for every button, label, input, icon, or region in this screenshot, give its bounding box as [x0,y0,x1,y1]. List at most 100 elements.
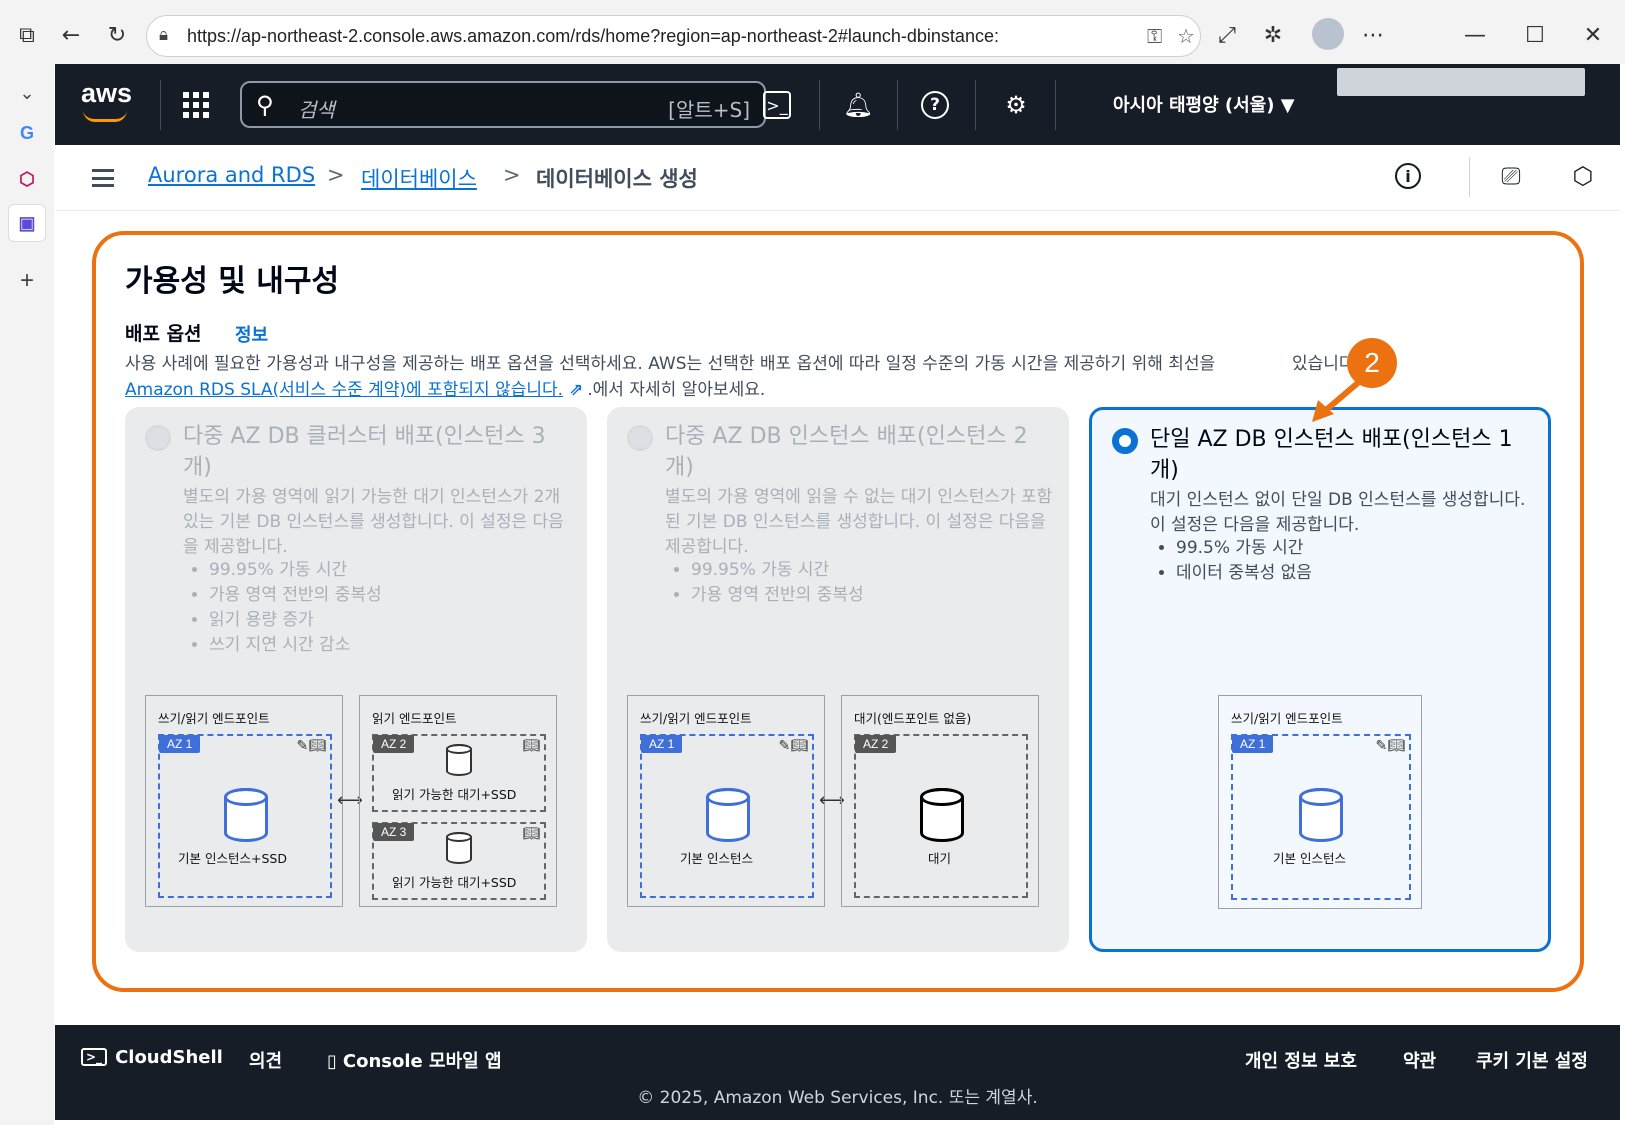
expand-icon[interactable]: ⤢ [1212,20,1242,50]
diagram-reader-box: 읽기 엔드포인트 AZ 2 📖︎ 읽기 가능한 대기+SSD AZ 3 📖︎ 읽… [359,695,557,907]
endpoint-label: 대기(엔드포인트 없음) [854,711,972,726]
section-description: 사용 사례에 필요한 가용성과 내구성을 제공하는 배포 옵션을 선택하세요. … [125,349,1360,374]
instance-caption: 읽기 가능한 대기+SSD [392,875,517,890]
info-icon[interactable]: i [1395,163,1421,189]
option-description: 별도의 가용 영역에 읽기 가능한 대기 인스턴스가 2개 있는 기본 DB 인… [183,487,564,557]
app-icon[interactable]: ▣ [8,204,46,242]
breadcrumb-current: 데이터베이스 생성 [536,167,698,191]
radio-button[interactable] [627,425,653,451]
instance-caption: 기본 인스턴스 [680,851,753,866]
hamburger-menu-icon[interactable] [92,169,114,187]
breadcrumb-separator: > [503,163,521,187]
description-text: 사용 사례에 필요한 가용성과 내구성을 제공하는 배포 옵션을 선택하세요. … [125,354,1216,374]
address-bar[interactable]: 🔒︎ https://ap-northeast-2.console.aws.am… [146,15,1201,57]
az-tag: AZ 1 [641,735,683,753]
book-icon: 📖︎ [522,738,540,754]
favorite-star-icon[interactable]: ☆ [1177,24,1195,48]
endpoint-label: 읽기 엔드포인트 [372,711,457,726]
account-menu[interactable] [1337,68,1585,96]
option-title: 다중 AZ DB 클러스터 배포(인스턴스 3 개) [183,424,546,480]
cloudshell-button[interactable]: >_ CloudShell [81,1047,223,1068]
divider [819,80,820,130]
services-grid-icon[interactable] [183,92,209,118]
feature-item: 99.95% 가동 시간 [691,558,864,583]
cloudshell-icon: >_ [81,1048,108,1066]
search-icon: ⚲ [256,91,274,119]
feature-item: 쓰기 지연 시간 감소 [209,633,382,658]
region-selector[interactable]: 아시아 태평양 (서울) ▼ [1113,91,1295,117]
privacy-link[interactable]: 개인 정보 보호 [1245,1047,1357,1073]
close-icon[interactable]: ✕ [1578,20,1608,50]
shield-settings-icon[interactable]: ⬡ [1567,160,1599,192]
more-icon[interactable]: ⋯ [1358,20,1388,50]
edit-book-icon: ✎📖︎ [296,738,326,754]
deployment-option-multi-az-cluster[interactable]: 다중 AZ DB 클러스터 배포(인스턴스 3 개) 별도의 가용 영역에 읽기… [125,407,587,952]
database-icon [446,744,472,776]
copyright-text: © 2025, Amazon Web Services, Inc. 또는 계열사… [637,1088,1038,1108]
deployment-option-single-az[interactable]: 단일 AZ DB 인스턴스 배포(인스턴스 1 개) 대기 인스턴스 없이 단일… [1089,407,1551,952]
mobile-phone-icon: ▯ [327,1051,337,1072]
endpoint-label: 쓰기/읽기 엔드포인트 [1231,711,1343,726]
minimize-icon[interactable]: — [1460,20,1490,50]
az-tag: AZ 2 [855,735,897,753]
az-tag: AZ 3 [373,823,415,841]
divider [1469,157,1470,197]
option-title: 단일 AZ DB 인스턴스 배포(인스턴스 1 개) [1150,427,1513,483]
radio-button[interactable] [145,425,171,451]
section-title: 가용성 및 내구성 [125,264,340,299]
feedback-link[interactable]: 의견 [249,1047,282,1073]
back-icon[interactable]: ← [56,20,86,50]
profile-avatar[interactable] [1312,18,1344,50]
option-features: 99.95% 가동 시간 가용 영역 전반의 중복성 읽기 용량 증가 쓰기 지… [209,558,382,658]
mobile-app-link[interactable]: ▯ Console 모바일 앱 [327,1047,502,1073]
feature-item: 읽기 용량 증가 [209,608,382,633]
breadcrumb-databases[interactable]: 데이터베이스 [361,163,477,193]
tab-actions-icon[interactable]: ⧉ [12,20,42,50]
feature-item: 가용 영역 전반의 중복성 [691,583,864,608]
callout-arrow-icon [1312,373,1369,422]
edit-book-icon: ✎📖︎ [1375,738,1405,754]
aws-logo[interactable]: aws [81,78,132,109]
bell-icon[interactable]: 🔔︎ [841,88,875,122]
diagram-standby-box: 대기(엔드포인트 없음) AZ 2 대기 [841,695,1039,907]
help-icon[interactable]: ? [921,91,949,119]
maximize-icon[interactable]: ☐ [1520,20,1550,50]
feature-item: 데이터 중복성 없음 [1176,561,1312,586]
option-description: 별도의 가용 영역에 읽을 수 없는 대기 인스턴스가 포함된 기본 DB 인스… [665,487,1053,557]
refresh-icon[interactable]: ↻ [102,20,132,50]
cookie-preferences-link[interactable]: 쿠키 기본 설정 [1476,1047,1588,1073]
endpoint-label: 쓰기/읽기 엔드포인트 [158,711,270,726]
breadcrumb-separator: > [327,163,345,187]
info-link[interactable]: 정보 [235,321,268,347]
database-icon [224,788,268,842]
breadcrumb-aurora-rds[interactable]: Aurora and RDS [148,163,315,187]
feedback-screen-icon[interactable]: ⎚ [1495,160,1527,192]
add-icon[interactable]: + [8,262,46,300]
search-placeholder: 검색 [298,98,335,122]
extensions-icon[interactable]: ✲ [1258,20,1288,50]
database-icon [1299,788,1343,842]
google-icon[interactable]: G [8,114,46,152]
key-icon[interactable]: ⚿ [1147,24,1162,48]
sla-link[interactable]: Amazon RDS SLA(서비스 수준 계약)에 포함되지 않습니다. [125,380,563,400]
divider [1055,80,1056,130]
database-icon [446,832,472,864]
settings-gear-icon[interactable]: ⚙ [999,88,1033,122]
az-zone: AZ 1 ✎📖︎ 기본 인스턴스+SSD [158,734,332,898]
chevron-down-icon[interactable]: ⌄ [8,74,46,112]
option-description: 대기 인스턴스 없이 단일 DB 인스턴스를 생성합니다. 이 설정은 다음을 … [1150,490,1526,535]
console-footer: >_ CloudShell 의견 ▯ Console 모바일 앱 개인 정보 보호 … [55,1025,1620,1120]
cloudshell-icon[interactable]: >_ [763,91,791,119]
option-title: 다중 AZ DB 인스턴스 배포(인스턴스 2 개) [665,424,1028,480]
deployment-option-multi-az-instance[interactable]: 다중 AZ DB 인스턴스 배포(인스턴스 2 개) 별도의 가용 영역에 읽을… [607,407,1069,952]
terms-link[interactable]: 약관 [1403,1047,1436,1073]
radio-button-selected[interactable] [1112,428,1138,454]
option-features: 99.95% 가동 시간 가용 영역 전반의 중복성 [691,558,864,608]
az-zone: AZ 2 📖︎ 읽기 가능한 대기+SSD [372,734,546,812]
az-zone: AZ 1 ✎📖︎ 기본 인스턴스 [640,734,814,898]
diagram-writer-box: 쓰기/읽기 엔드포인트 AZ 1 ✎📖︎ 기본 인스턴스 [1218,695,1422,909]
aws-header: aws ⚲ 검색 [알트+S] >_ 🔔︎ ? ⚙ 아시아 태평양 (서울) ▼ [55,64,1620,145]
search-input[interactable]: ⚲ 검색 [알트+S] [240,81,766,128]
cube-icon[interactable]: ⬡ [8,160,46,198]
instance-caption: 기본 인스턴스+SSD [178,851,287,866]
